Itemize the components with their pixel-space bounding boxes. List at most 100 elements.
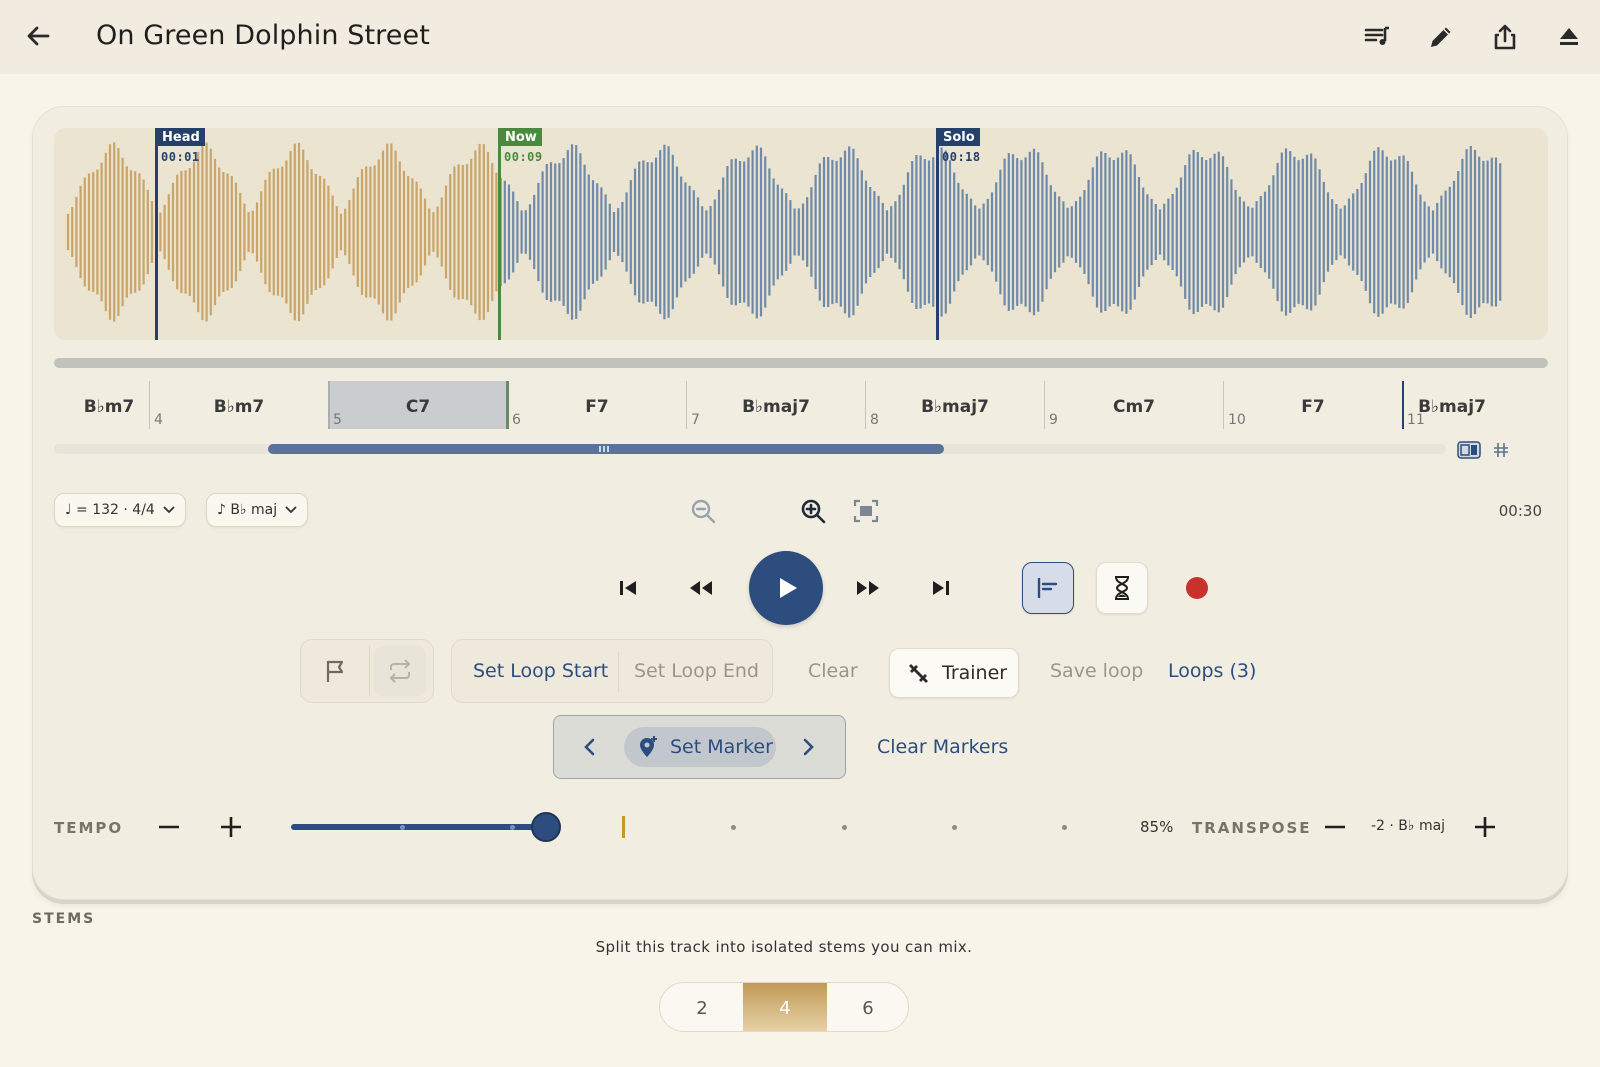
repeat-button[interactable]	[374, 646, 426, 696]
skip-to-start-icon[interactable]	[608, 568, 648, 608]
tempo-decrease-icon[interactable]	[155, 813, 183, 841]
chord-label[interactable]: B♭m7	[84, 397, 135, 417]
align-left-icon	[1037, 578, 1058, 598]
skip-to-end-icon[interactable]	[921, 568, 961, 608]
chord-scrollbar[interactable]	[54, 444, 1446, 454]
transpose-label: TRANSPOSE	[1192, 819, 1312, 837]
flag-icon[interactable]	[323, 658, 353, 684]
bar-line	[865, 381, 866, 429]
repeat-icon	[389, 659, 411, 683]
rewind-icon[interactable]	[681, 568, 721, 608]
set-loop-end-button[interactable]: Set Loop End	[634, 660, 759, 682]
chord-label-selected[interactable]: C7	[406, 397, 430, 417]
marker-tag-head[interactable]: Head	[157, 128, 205, 146]
previous-marker-icon[interactable]	[580, 736, 602, 760]
set-marker-label: Set Marker	[670, 736, 773, 758]
bar-number: 6	[512, 412, 521, 428]
dumbbell-icon	[909, 664, 928, 683]
stems-option-2[interactable]: 2	[660, 983, 744, 1031]
bar-number: 9	[1049, 412, 1058, 428]
slider-tick	[842, 825, 847, 830]
stems-option-6[interactable]: 6	[826, 983, 908, 1031]
grid-hash-icon[interactable]	[1491, 441, 1515, 461]
eject-icon[interactable]	[1552, 20, 1586, 54]
key-dropdown-label: ♪ B♭ maj	[217, 502, 278, 518]
marker-tag-now[interactable]: Now	[500, 128, 542, 146]
bar-line	[149, 381, 150, 429]
waveform-panel[interactable]: Head 00:01 Now 00:09 Solo 00:18	[54, 128, 1548, 340]
transpose-decrease-icon[interactable]	[1321, 813, 1349, 841]
loops-list-button[interactable]: Loops (3)	[1168, 660, 1256, 682]
marker-time-head: 00:01	[161, 150, 200, 164]
zoom-in-icon[interactable]	[797, 495, 829, 527]
chord-label[interactable]: F7	[1301, 397, 1324, 417]
bar-line	[686, 381, 687, 429]
zoom-out-icon[interactable]	[687, 495, 719, 527]
marker-tag-solo[interactable]: Solo	[938, 128, 980, 146]
bar-number: 7	[691, 412, 700, 428]
stems-count-selector: 2 4 6	[659, 982, 909, 1032]
marker-line-head[interactable]	[155, 128, 158, 340]
timer-button[interactable]	[1096, 562, 1148, 614]
set-marker-button[interactable]: Set Marker	[624, 727, 776, 767]
slider-tick	[731, 825, 736, 830]
tempo-increase-icon[interactable]	[217, 813, 245, 841]
fast-forward-icon[interactable]	[848, 568, 888, 608]
share-icon[interactable]	[1488, 20, 1522, 54]
queue-music-icon[interactable]	[1360, 20, 1394, 54]
hourglass-icon	[1115, 576, 1129, 600]
marker-line-solo[interactable]	[936, 128, 939, 340]
bar-number: 10	[1228, 412, 1246, 428]
transpose-value: -2 · B♭ maj	[1371, 818, 1446, 834]
stems-description: Split this track into isolated stems you…	[595, 938, 973, 956]
key-dropdown[interactable]: ♪ B♭ maj	[206, 493, 309, 527]
tempo-slider-fill	[291, 824, 546, 830]
marker-time-solo: 00:18	[942, 150, 981, 164]
save-loop-button[interactable]: Save loop	[1050, 660, 1143, 682]
scrollbar-thumb[interactable]	[268, 444, 944, 454]
app-header: On Green Dolphin Street	[0, 0, 1600, 74]
chord-label[interactable]: B♭maj7	[921, 397, 989, 417]
original-tempo-marker	[622, 816, 625, 838]
slider-tick	[510, 825, 515, 830]
tempo-label: TEMPO	[54, 819, 124, 837]
chord-playhead	[506, 381, 509, 429]
trainer-button[interactable]: Trainer	[889, 648, 1019, 698]
next-marker-icon[interactable]	[798, 736, 820, 760]
align-start-button[interactable]	[1022, 562, 1074, 614]
tempo-dropdown[interactable]: ♩ = 132 · 4/4	[54, 493, 186, 527]
bar-number: 4	[154, 412, 163, 428]
chord-label[interactable]: B♭maj7	[1418, 397, 1486, 417]
edit-pencil-icon[interactable]	[1424, 20, 1458, 54]
tempo-slider-thumb[interactable]	[531, 812, 561, 842]
transpose-increase-icon[interactable]	[1471, 813, 1499, 841]
record-button[interactable]	[1177, 568, 1217, 608]
chord-label[interactable]: B♭m7	[214, 397, 265, 417]
player-card: Head 00:01 Now 00:09 Solo 00:18 B♭m7 4 B…	[32, 106, 1568, 900]
slider-tick	[952, 825, 957, 830]
total-duration: 00:30	[1498, 502, 1542, 520]
play-button[interactable]	[749, 551, 823, 625]
set-loop-start-button[interactable]: Set Loop Start	[473, 660, 608, 682]
fit-screen-icon[interactable]	[850, 495, 882, 527]
chord-strip[interactable]: B♭m7 4 B♭m7 5 C7 6 F7 7 B♭maj7 8 B♭maj7 …	[54, 381, 1548, 433]
play-icon	[780, 578, 797, 598]
chord-label[interactable]: F7	[585, 397, 608, 417]
bar-number: 5	[333, 412, 342, 428]
timeline-scrub-bar[interactable]	[54, 358, 1548, 368]
stems-option-4[interactable]: 4	[743, 983, 827, 1031]
chord-label[interactable]: B♭maj7	[742, 397, 810, 417]
waveform[interactable]	[54, 128, 1548, 340]
stems-label: STEMS	[32, 911, 96, 927]
clear-loop-button[interactable]: Clear	[808, 660, 858, 682]
clear-markers-button[interactable]: Clear Markers	[877, 736, 1008, 758]
back-arrow-icon[interactable]	[22, 20, 54, 52]
marker-line-now[interactable]	[498, 128, 501, 340]
loop-mode-group	[300, 639, 434, 703]
split-view-icon[interactable]	[1457, 441, 1481, 461]
tempo-slider[interactable]	[291, 812, 1091, 842]
slider-tick	[400, 825, 405, 830]
marker-navigator: Set Marker	[553, 715, 846, 779]
chord-label[interactable]: Cm7	[1113, 397, 1155, 417]
bar-line	[1223, 381, 1224, 429]
